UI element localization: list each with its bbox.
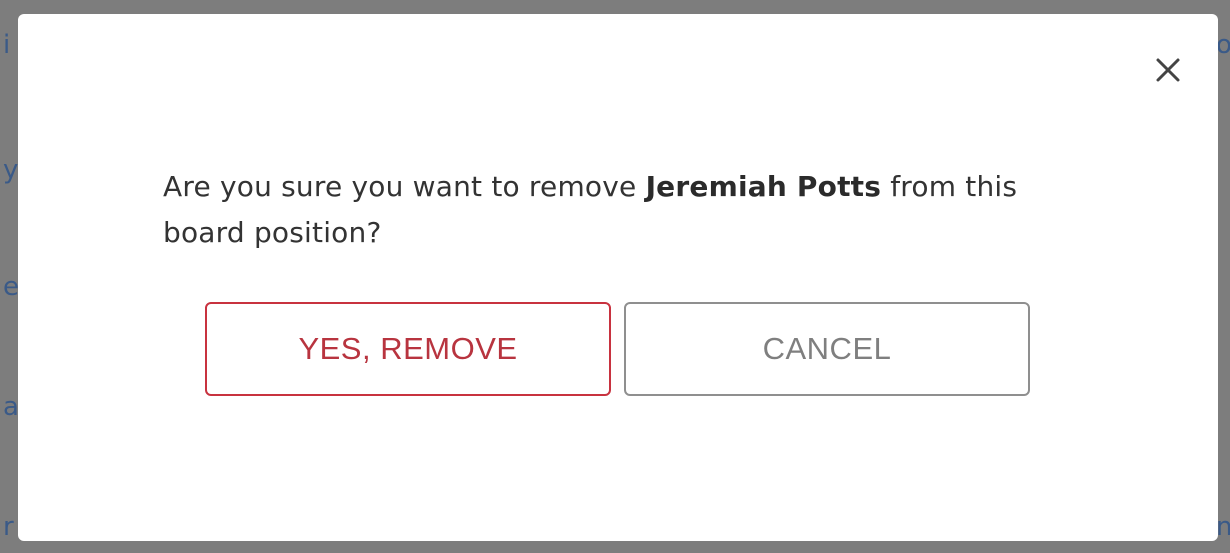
message-prefix: Are you sure you want to remove (163, 170, 646, 203)
close-button[interactable] (1152, 54, 1184, 86)
backdrop-fragment: n (1216, 512, 1230, 542)
confirm-remove-label: YES, REMOVE (298, 331, 518, 366)
cancel-label: CANCEL (762, 331, 892, 366)
close-icon (1156, 58, 1180, 82)
backdrop-fragment: i (3, 30, 11, 60)
confirmation-message: Are you sure you want to remove Jeremiah… (163, 164, 1023, 256)
backdrop-fragment: y (3, 155, 19, 185)
remove-board-member-dialog: Are you sure you want to remove Jeremiah… (18, 14, 1218, 541)
backdrop-fragment: a (3, 392, 19, 422)
confirm-remove-button[interactable]: YES, REMOVE (205, 302, 611, 396)
member-name: Jeremiah Potts (645, 170, 882, 203)
cancel-button[interactable]: CANCEL (624, 302, 1030, 396)
backdrop-fragment: o (1216, 30, 1230, 60)
backdrop-fragment: e (3, 272, 19, 302)
